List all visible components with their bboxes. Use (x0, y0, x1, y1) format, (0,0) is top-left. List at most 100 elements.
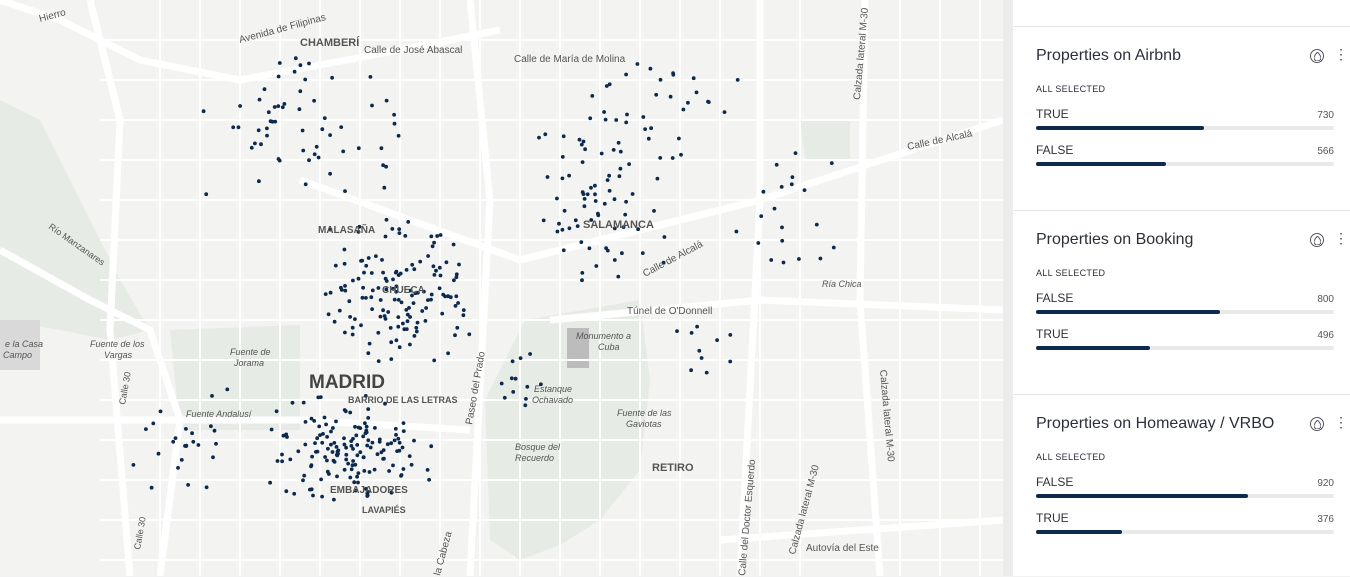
property-point[interactable] (361, 434, 366, 439)
property-point[interactable] (325, 435, 329, 439)
property-point[interactable] (525, 384, 530, 389)
property-point[interactable] (580, 190, 585, 195)
property-point[interactable] (643, 127, 647, 131)
property-point[interactable] (607, 188, 612, 193)
property-point[interactable] (329, 429, 333, 434)
property-point[interactable] (343, 189, 347, 194)
property-point[interactable] (276, 104, 281, 108)
property-point[interactable] (204, 192, 209, 197)
property-point[interactable] (735, 78, 740, 82)
property-point[interactable] (298, 63, 303, 68)
property-point[interactable] (396, 315, 401, 319)
property-point[interactable] (369, 295, 374, 300)
property-point[interactable] (790, 175, 795, 180)
property-point[interactable] (173, 436, 178, 440)
property-point[interactable] (342, 442, 347, 447)
property-point[interactable] (201, 109, 206, 114)
property-point[interactable] (356, 425, 361, 430)
property-point[interactable] (607, 173, 611, 178)
property-point[interactable] (284, 489, 289, 494)
property-point[interactable] (280, 452, 284, 457)
property-point[interactable] (383, 317, 388, 321)
property-point[interactable] (641, 115, 646, 119)
property-point[interactable] (350, 463, 355, 468)
property-point[interactable] (290, 400, 295, 405)
property-point[interactable] (288, 457, 293, 462)
property-point[interactable] (396, 133, 401, 138)
property-point[interactable] (616, 274, 621, 279)
property-point[interactable] (427, 477, 431, 482)
property-point[interactable] (337, 308, 342, 313)
property-point[interactable] (376, 286, 381, 290)
property-point[interactable] (401, 321, 405, 326)
property-point[interactable] (555, 229, 560, 234)
property-point[interactable] (780, 225, 784, 230)
property-point[interactable] (605, 178, 610, 183)
property-point[interactable] (303, 77, 308, 82)
property-point[interactable] (184, 427, 188, 431)
property-point[interactable] (543, 132, 548, 137)
property-point[interactable] (394, 338, 399, 343)
property-point[interactable] (587, 246, 592, 251)
water-drop-icon[interactable] (1310, 417, 1324, 431)
property-point[interactable] (605, 248, 610, 253)
property-point[interactable] (694, 90, 699, 95)
property-point[interactable] (793, 151, 798, 156)
property-point[interactable] (406, 220, 411, 224)
property-point[interactable] (376, 330, 381, 335)
property-point[interactable] (324, 422, 328, 427)
property-point[interactable] (327, 472, 331, 476)
property-point[interactable] (453, 333, 457, 338)
property-point[interactable] (412, 334, 417, 338)
property-point[interactable] (293, 56, 298, 61)
property-point[interactable] (648, 66, 653, 71)
property-point[interactable] (582, 197, 587, 201)
panel-divider[interactable] (1003, 0, 1013, 576)
property-point[interactable] (429, 297, 433, 302)
property-point[interactable] (364, 296, 368, 300)
property-point[interactable] (344, 457, 349, 462)
property-point[interactable] (231, 125, 236, 130)
more-options-icon[interactable]: ⋮ (1334, 231, 1348, 245)
property-point[interactable] (580, 271, 585, 275)
property-point[interactable] (184, 444, 189, 448)
property-point[interactable] (599, 151, 604, 156)
property-point[interactable] (461, 313, 466, 318)
property-point[interactable] (624, 199, 628, 204)
property-point[interactable] (389, 441, 394, 446)
property-point[interactable] (443, 294, 447, 299)
property-point[interactable] (368, 445, 373, 450)
property-point[interactable] (625, 112, 629, 117)
property-point[interactable] (681, 107, 686, 112)
property-point[interactable] (331, 426, 335, 430)
property-point[interactable] (728, 359, 733, 364)
property-point[interactable] (301, 400, 306, 405)
property-point[interactable] (399, 473, 404, 477)
property-point[interactable] (446, 351, 450, 356)
property-point[interactable] (583, 147, 587, 152)
property-point[interactable] (274, 409, 279, 414)
property-point[interactable] (351, 459, 355, 463)
property-point[interactable] (596, 213, 601, 218)
property-point[interactable] (624, 120, 629, 125)
property-point[interactable] (593, 192, 597, 197)
property-point[interactable] (344, 445, 348, 450)
property-point[interactable] (401, 421, 406, 425)
property-point[interactable] (309, 487, 314, 492)
property-point[interactable] (562, 208, 567, 213)
property-point[interactable] (315, 449, 320, 454)
property-point[interactable] (818, 256, 823, 261)
property-point[interactable] (831, 245, 836, 250)
property-point[interactable] (361, 285, 365, 290)
property-point[interactable] (560, 176, 565, 181)
property-point[interactable] (467, 332, 472, 337)
property-point[interactable] (342, 436, 346, 441)
property-point[interactable] (280, 105, 285, 110)
property-point[interactable] (383, 234, 388, 239)
property-point[interactable] (349, 467, 354, 472)
property-point[interactable] (361, 455, 366, 460)
property-point[interactable] (377, 437, 382, 442)
property-point[interactable] (366, 256, 371, 260)
property-point[interactable] (604, 84, 609, 88)
property-point[interactable] (353, 424, 357, 429)
